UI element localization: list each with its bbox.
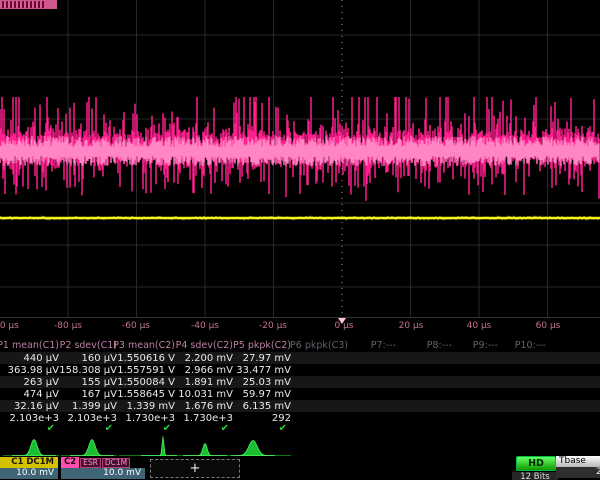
trace-label-badge[interactable] [0, 0, 57, 9]
parameter-header-p3[interactable]: P3 mean(C2) [113, 340, 175, 351]
parameter-value: 1.557591 V [117, 365, 175, 376]
parameter-header-p2[interactable]: P2 sdev(C1) [60, 340, 117, 351]
parameter-value: 6.135 mV [243, 401, 291, 412]
histicon-thumbnail[interactable] [12, 440, 56, 456]
trigger-time-marker-icon[interactable] [338, 318, 346, 324]
hd-mode-button[interactable]: HD [516, 456, 556, 471]
parameter-value: 1.558645 V [117, 389, 175, 400]
time-axis-label: 40 µs [467, 321, 492, 331]
parameter-header-p1[interactable]: P1 mean(C1) [0, 340, 59, 351]
c2-scale: 10.0 mV [61, 468, 145, 479]
oscilloscope-screen: -100 µs-80 µs-60 µs-40 µs-20 µs0 µs20 µs… [0, 0, 600, 480]
tbase-scale: 20.0 [556, 467, 600, 478]
time-axis-label: 20 µs [399, 321, 424, 331]
tbase-title: Tbase [556, 456, 600, 467]
parameter-value: 155 µV [82, 377, 117, 388]
histicon-thumbnail[interactable] [141, 437, 185, 456]
parameter-value: 1.676 mV [185, 401, 233, 412]
parameter-value: 1.550084 V [117, 377, 175, 388]
graticule-svg [0, 0, 600, 318]
parameter-value: 158.308 µV [59, 365, 117, 376]
parameter-value: 33.477 mV [236, 365, 291, 376]
parameter-value: 1.399 µV [72, 401, 117, 412]
c1-scale: 10.0 mV [0, 468, 58, 479]
parameter-value: 32.16 µV [14, 401, 59, 412]
c2-chip: C2 [61, 457, 79, 468]
parameter-value: 363.98 µV [8, 365, 59, 376]
time-axis-label: -100 µs [0, 321, 19, 331]
parameter-value: 1.339 mV [127, 401, 175, 412]
parameter-value: 2.966 mV [185, 365, 233, 376]
histicons-svg [0, 434, 600, 458]
parameter-value: 167 µV [82, 389, 117, 400]
histicon-thumbnail[interactable] [183, 444, 227, 456]
status-check-icon: ✔ [47, 423, 55, 434]
histicon-strip [0, 434, 600, 458]
channel-c1-descriptor[interactable]: C1 DC1M 10.0 mV [0, 457, 58, 479]
parameter-value: 263 µV [24, 377, 59, 388]
time-axis-label: -40 µs [191, 321, 219, 331]
status-check-icon: ✔ [279, 423, 287, 434]
c2-esr-tag: ESR [80, 458, 101, 468]
timebase-descriptor[interactable]: Tbase 20.0 [556, 456, 600, 478]
parameter-value: 1.550616 V [117, 353, 175, 364]
parameter-header-p10---[interactable]: P10:--- [515, 340, 546, 351]
channel-c2-descriptor[interactable]: C2 ESR DC1M 10.0 mV [61, 457, 145, 479]
time-axis-label: -80 µs [54, 321, 82, 331]
parameter-value: 2.200 mV [185, 353, 233, 364]
histicon-thumbnail[interactable] [70, 440, 114, 456]
adc-bits-label: 12 Bits [512, 472, 558, 480]
histicon-thumbnail[interactable] [231, 441, 275, 456]
parameter-value: 10.031 mV [178, 389, 233, 400]
descriptor-bar: C1 DC1M 10.0 mV C2 ESR DC1M 10.0 mV + HD… [0, 456, 600, 480]
add-trace-button[interactable]: + [150, 459, 240, 478]
c2-coupling-tag: DC1M [102, 458, 130, 468]
parameter-header-p9---[interactable]: P9:--- [473, 340, 498, 351]
time-axis-label: -20 µs [259, 321, 287, 331]
status-check-icon: ✔ [221, 423, 229, 434]
parameter-value: 160 µV [82, 353, 117, 364]
parameter-header-p7---[interactable]: P7:--- [371, 340, 396, 351]
parameter-value: 27.97 mV [243, 353, 291, 364]
parameter-value: 25.03 mV [243, 377, 291, 388]
parameter-header-p4[interactable]: P4 sdev(C2) [176, 340, 233, 351]
status-check-icon: ✔ [163, 423, 171, 434]
graticule [0, 0, 600, 318]
parameter-value: 1.891 mV [185, 377, 233, 388]
parameter-value: 474 µV [24, 389, 59, 400]
time-axis: -100 µs-80 µs-60 µs-40 µs-20 µs0 µs20 µs… [0, 318, 600, 338]
time-axis-label: 60 µs [536, 321, 561, 331]
c1-title: C1 DC1M [0, 457, 58, 468]
parameter-value: 59.97 mV [243, 389, 291, 400]
parameter-header-p5[interactable]: P5 pkpk(C2) [233, 340, 291, 351]
parameter-value: 440 µV [24, 353, 59, 364]
parameter-header-p8---[interactable]: P8:--- [427, 340, 452, 351]
status-check-icon: ✔ [105, 423, 113, 434]
c2-title: C2 ESR DC1M [61, 457, 145, 468]
measurement-table: P1 mean(C1) 440 µV363.98 µV263 µV474 µV32… [0, 340, 600, 436]
time-axis-label: -60 µs [122, 321, 150, 331]
parameter-header-p6[interactable]: P6 pkpk(C3) [290, 340, 348, 351]
